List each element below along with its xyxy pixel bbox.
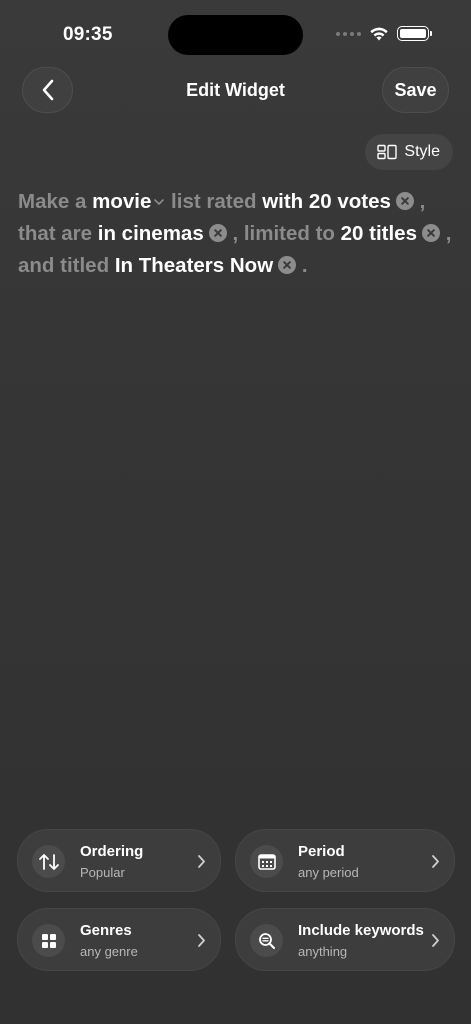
- calendar-icon: [250, 845, 283, 878]
- battery-icon: [397, 26, 432, 41]
- sentence-text: list rated: [171, 190, 257, 213]
- ordering-option[interactable]: Ordering Popular: [17, 829, 221, 892]
- chevron-right-icon: [432, 934, 439, 947]
- availability-token[interactable]: in cinemas: [98, 222, 227, 245]
- chevron-right-icon: [198, 855, 205, 868]
- title-token[interactable]: In Theaters Now: [115, 254, 297, 277]
- clear-icon[interactable]: [278, 256, 297, 274]
- period-option[interactable]: Period any period: [235, 829, 455, 892]
- option-value: any period: [298, 865, 359, 880]
- option-label: Include keywords: [298, 922, 424, 939]
- option-label: Genres: [80, 922, 132, 939]
- option-label: Ordering: [80, 843, 144, 860]
- wifi-icon: [370, 27, 388, 41]
- dynamic-island: [168, 15, 303, 55]
- media-type-selector[interactable]: movie: [92, 190, 165, 213]
- screen: 09:35 Edit Widget Save Style Make a movi…: [0, 0, 471, 1024]
- option-value: anything: [298, 944, 348, 959]
- status-icons: [336, 26, 432, 41]
- clear-icon[interactable]: [422, 224, 440, 242]
- option-label: Period: [298, 843, 345, 860]
- option-value: any genre: [80, 944, 138, 959]
- clear-icon[interactable]: [208, 224, 227, 242]
- genres-option[interactable]: Genres any genre: [17, 908, 221, 971]
- save-button[interactable]: Save: [382, 67, 449, 113]
- votes-token[interactable]: with 20 votes: [262, 190, 414, 213]
- limit-token[interactable]: 20 titles: [341, 222, 440, 245]
- include-keywords-option[interactable]: Include keywords anything: [235, 908, 455, 971]
- cellular-signal-icon: [336, 31, 361, 36]
- style-button[interactable]: Style: [365, 134, 453, 170]
- widget-sentence: Make a movie list rated with 20 votes , …: [18, 186, 458, 282]
- clear-icon[interactable]: [395, 192, 414, 210]
- style-button-label: Style: [404, 143, 440, 160]
- sentence-text: Make a: [18, 190, 87, 213]
- sentence-text: , limited to: [232, 222, 335, 245]
- sort-arrows-icon: [32, 845, 65, 878]
- sentence-text: .: [301, 254, 308, 277]
- option-value: Popular: [80, 865, 125, 880]
- chevron-right-icon: [198, 934, 205, 947]
- chevron-down-icon: [154, 199, 165, 205]
- grid-icon: [32, 924, 65, 957]
- status-time: 09:35: [63, 24, 113, 45]
- search-text-icon: [250, 924, 283, 957]
- chevron-right-icon: [432, 855, 439, 868]
- layout-icon: [377, 144, 398, 160]
